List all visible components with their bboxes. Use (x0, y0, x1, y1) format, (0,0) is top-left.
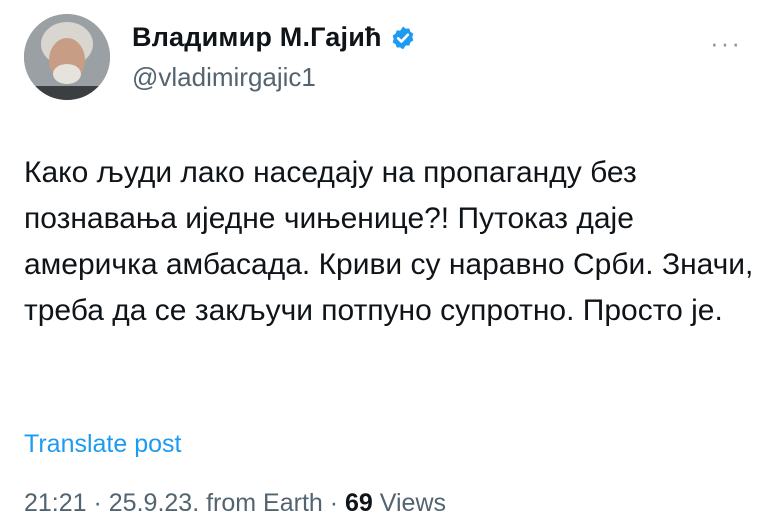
meta-separator: · (322, 489, 346, 517)
tweet-date[interactable]: 25.9.23. (109, 489, 199, 517)
meta-separator: · (86, 489, 109, 517)
tweet-meta: 21:21 · 25.9.23. from Earth · 69 Views (24, 489, 446, 518)
views-count: 69 (345, 489, 373, 517)
tweet-text: Како људи лако наседају на пропаганду бе… (24, 156, 754, 327)
author-handle[interactable]: @vladimirgajic1 (132, 62, 316, 93)
verified-badge-icon (390, 25, 416, 51)
author-display-name[interactable]: Владимир М.Гајић (132, 22, 382, 53)
avatar-image (24, 14, 110, 100)
views-label: Views (372, 489, 447, 517)
author-name-row: Владимир М.Гајић (132, 22, 416, 53)
more-options-icon[interactable]: ··· (710, 28, 742, 59)
avatar[interactable] (24, 14, 110, 100)
translate-post-link[interactable]: Translate post (24, 430, 181, 459)
tweet-source: from Earth (206, 489, 323, 517)
tweet-header: Владимир М.Гајић @vladimirgajic1 ··· (24, 14, 754, 104)
tweet-time[interactable]: 21:21 (24, 489, 87, 517)
